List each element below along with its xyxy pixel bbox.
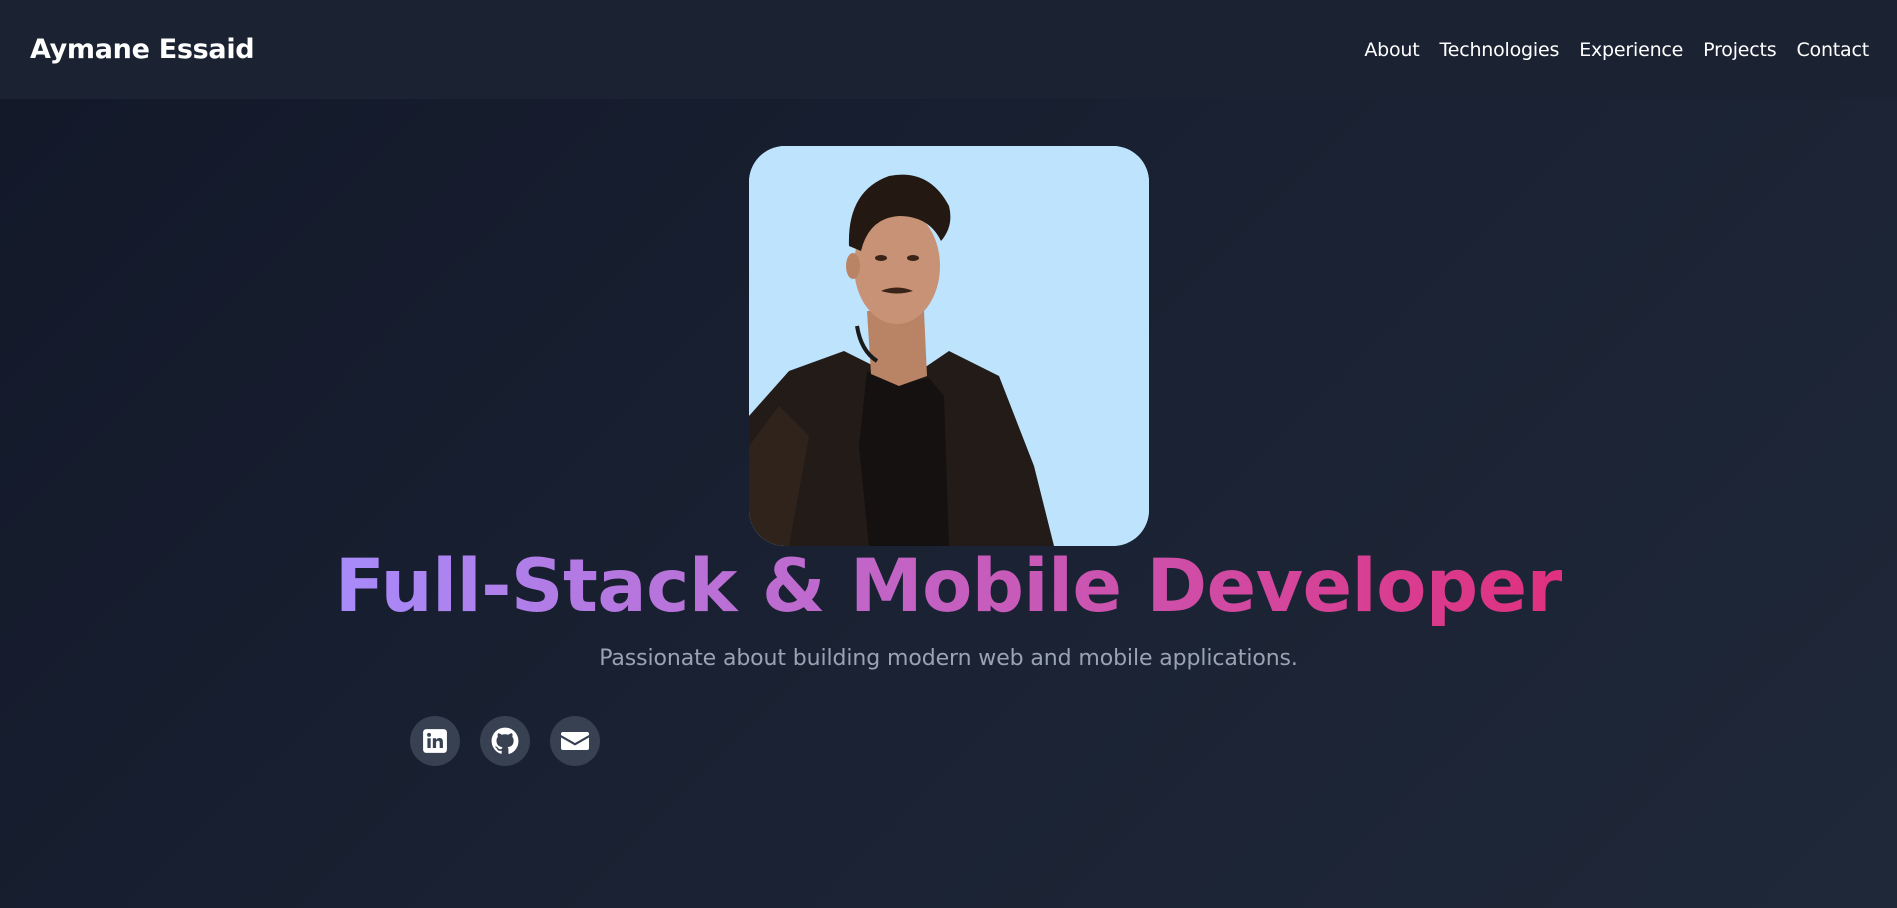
nav-link-about[interactable]: About	[1364, 39, 1419, 61]
github-icon	[491, 727, 519, 754]
nav-link-contact[interactable]: Contact	[1796, 39, 1869, 61]
profile-photo-illustration	[749, 146, 1149, 546]
hero-headline-text: Full-Stack & Mobile Developer	[334, 544, 1563, 629]
main-nav: About Technologies Experience Projects C…	[1364, 39, 1869, 61]
hero-headline: Full-Stack & Mobile Developer	[0, 545, 1897, 629]
brand-name[interactable]: Aymane Essaid	[30, 34, 255, 65]
github-button[interactable]	[480, 716, 530, 766]
linkedin-icon	[423, 729, 447, 753]
nav-link-projects[interactable]: Projects	[1703, 39, 1777, 61]
nav-link-technologies[interactable]: Technologies	[1440, 39, 1560, 61]
nav-link-experience[interactable]: Experience	[1579, 39, 1683, 61]
profile-photo	[749, 146, 1149, 546]
hero-subtitle: Passionate about building modern web and…	[599, 646, 1298, 671]
social-links	[410, 716, 600, 766]
mail-icon	[561, 732, 589, 750]
mail-button[interactable]	[550, 716, 600, 766]
page: Aymane Essaid About Technologies Experie…	[0, 0, 1897, 908]
navbar: Aymane Essaid About Technologies Experie…	[0, 0, 1897, 99]
linkedin-button[interactable]	[410, 716, 460, 766]
